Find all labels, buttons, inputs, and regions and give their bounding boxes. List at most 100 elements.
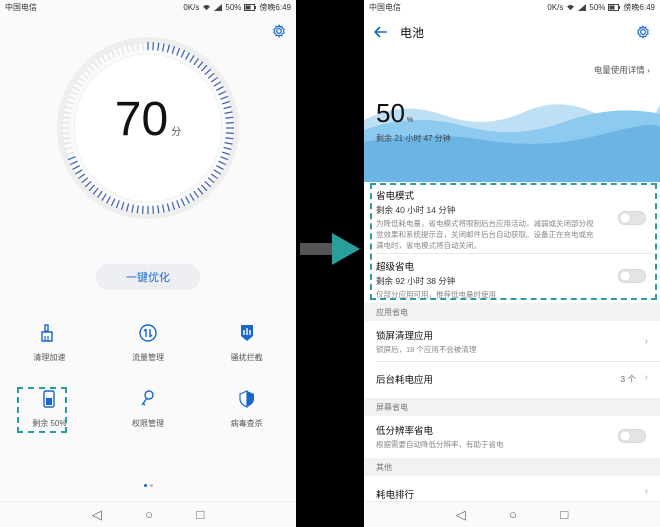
tile-label: 病毒查杀 [230,419,263,428]
score-tick [204,180,212,188]
signal-icon [214,3,223,11]
score-tick [72,86,80,91]
section-screen-saving: 屏幕省电 [364,398,660,416]
score-tick [92,187,99,195]
back-nav-icon[interactable]: ◁ [92,507,102,523]
score-tick [101,193,107,201]
score-tick [223,146,232,150]
low-res-title: 低分辨率省电 [376,426,434,437]
score-tick [67,156,76,161]
score-tick [180,49,186,58]
power-saving-mode-row[interactable]: 省电模式 剩余 40 小时 14 分钟 为降低耗电量，省电模式将限制后台应用活动… [364,188,660,251]
score-tick [78,76,86,83]
gear-icon[interactable] [636,25,650,39]
score-tick [166,203,170,212]
transition-arrow-icon [300,233,360,265]
back-arrow-icon[interactable] [374,26,388,38]
score-tick [180,198,186,207]
score-tick [106,196,111,204]
tile-label: 权限管理 [131,419,164,428]
power-ranking-row[interactable]: 耗电排行 [364,487,660,501]
net-speed: 0K/s [183,2,200,12]
highlight-box-battery [17,387,67,433]
divider [376,253,660,254]
battery-icon [244,3,257,11]
score-unit: 分 [171,127,182,138]
score-tick [157,42,160,51]
score-tick [131,204,134,213]
percent-sign: % [406,117,414,124]
page-indicator [0,484,296,487]
nav-bar-right: ◁ ○ □ [364,501,660,527]
score-tick [106,52,111,60]
low-res-description: 根据需要自动降低分辨率，有助于省电 [376,440,504,449]
clean-accelerate-tile[interactable]: 清理加速 [9,322,89,388]
score-tick [92,61,99,69]
score-tick [200,184,208,192]
section-other: 其他 [364,458,660,476]
ranking-title: 耗电排行 [376,490,415,501]
carrier: 中国电信 [369,2,401,12]
battery-icon [608,3,621,11]
recent-nav-icon[interactable]: □ [560,507,568,522]
back-nav-icon[interactable]: ◁ [456,507,466,523]
status-bar-right: 中国电信 0K/s 50% 傍晚6:49 [364,0,660,14]
score-tick [96,58,103,66]
ultra-saving-toggle[interactable] [618,269,646,283]
section-app-saving: 应用省电 [364,303,660,321]
power-saving-toggle[interactable] [618,211,646,225]
score-tick [152,205,154,214]
phone-manager-screen: 中国电信 0K/s 50% 傍晚6:49 70 分 一键优化 清理加速 流量管理… [0,0,296,527]
score-tick [131,43,134,52]
score-tick [216,165,224,170]
health-score: 70 分 [0,92,296,147]
score-tick [197,187,204,195]
ultra-saving-row[interactable]: 超级省电 剩余 92 小时 38 分钟 仅部分应用可用，推荐低电量时使用 [364,259,660,300]
score-tick [197,61,204,69]
score-tick [136,42,139,51]
recent-nav-icon[interactable]: □ [196,507,204,522]
data-flow-icon [139,324,157,342]
battery-percentage: 50% [376,98,413,129]
gear-icon[interactable] [272,24,286,38]
one-click-optimize-button[interactable]: 一键优化 [96,264,200,290]
permission-management-tile[interactable]: 权限管理 [108,388,188,454]
score-tick [110,198,116,207]
data-management-tile[interactable]: 流量管理 [108,322,188,388]
broom-icon [41,324,54,342]
home-nav-icon[interactable]: ○ [145,507,153,522]
score-tick [176,200,181,209]
score-tick [120,201,125,210]
background-apps-row[interactable]: 后台耗电应用 [364,372,660,386]
lock-clean-row[interactable]: 锁屏清理应用 锁屏后，18 个应用不会被清理 [364,328,660,355]
ultra-saving-remaining: 剩余 92 小时 38 分钟 [376,276,456,286]
harassment-block-tile[interactable]: 骚扰拦截 [207,322,287,388]
score-tick [84,180,92,188]
score-tick [120,46,125,55]
nav-bar-left: ◁ ○ □ [0,501,296,527]
score-tick [189,193,195,201]
score-tick [171,201,176,210]
lock-clean-description: 锁屏后，18 个应用不会被清理 [376,345,477,354]
clock: 傍晚6:49 [259,2,291,12]
net-speed: 0K/s [547,2,564,12]
score-tick [210,173,218,180]
score-tick [96,190,103,198]
score-tick [75,169,83,175]
score-tick [157,205,160,214]
score-tick [189,55,195,63]
score-tick [72,165,80,170]
score-tick [136,205,139,214]
divider [376,361,660,362]
score-tick [115,200,120,209]
score-tick [162,43,165,52]
power-saving-title: 省电模式 [376,191,415,202]
home-nav-icon[interactable]: ○ [509,507,517,522]
score-tick [81,177,89,184]
usage-details-link[interactable]: 电量使用详情 › [594,64,650,76]
score-tick [185,196,190,204]
lock-clean-title: 锁屏清理应用 [376,331,434,342]
low-resolution-row[interactable]: 低分辨率省电 根据需要自动降低分辨率，有助于省电 [364,423,660,450]
virus-scan-tile[interactable]: 病毒查杀 [207,388,287,454]
low-res-toggle[interactable] [618,429,646,443]
